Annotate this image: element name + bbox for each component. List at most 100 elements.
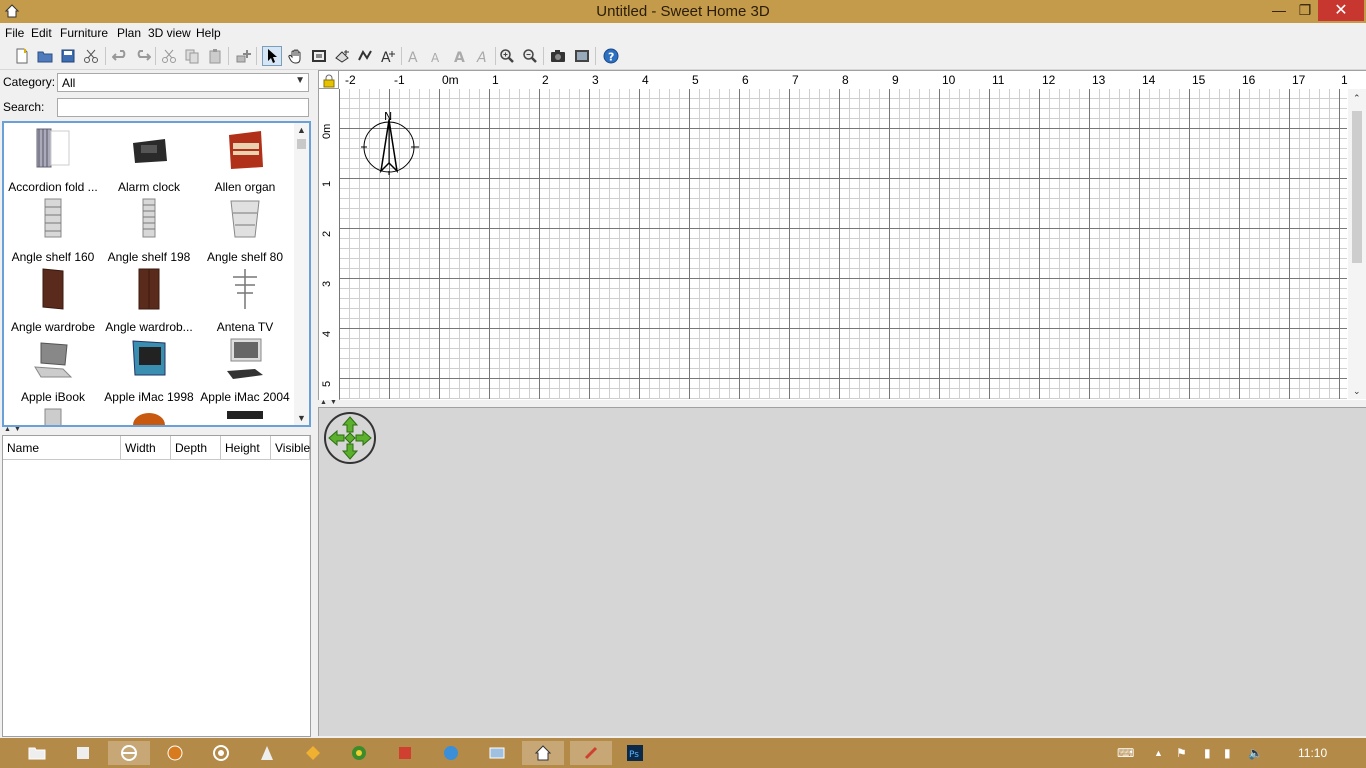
app-icon[interactable] xyxy=(430,741,472,765)
bold-text-icon[interactable]: A xyxy=(450,46,470,66)
decrease-text-size-icon[interactable]: A xyxy=(427,46,447,66)
scroll-up-icon[interactable]: ▲ xyxy=(297,125,306,135)
sweet-home-3d-taskbar-icon[interactable] xyxy=(522,741,564,765)
catalog-item[interactable]: Antena TV xyxy=(197,265,293,335)
furniture-catalog[interactable]: Accordion fold ... Alarm clock Allen org… xyxy=(2,121,311,427)
3d-view[interactable] xyxy=(318,408,1366,736)
app-icon[interactable] xyxy=(384,741,426,765)
column-name[interactable]: Name xyxy=(3,436,121,460)
photoshop-icon[interactable]: Ps xyxy=(614,741,656,765)
catalog-item[interactable]: Alarm clock xyxy=(101,125,197,195)
catalog-item[interactable] xyxy=(5,405,101,425)
scrollbar-thumb[interactable] xyxy=(297,139,306,149)
maximize-button[interactable]: ❐ xyxy=(1292,0,1318,21)
browser-icon[interactable] xyxy=(108,741,150,765)
action-center-flag-icon[interactable]: ⚑ xyxy=(1176,746,1187,760)
catalog-item[interactable]: Apple iMac 1998 xyxy=(101,335,197,405)
paste-icon[interactable] xyxy=(205,46,225,66)
column-height[interactable]: Height xyxy=(221,436,271,460)
navigation-arrows-icon[interactable] xyxy=(324,412,376,464)
close-button[interactable]: ✕ xyxy=(1318,0,1364,21)
expand-down-icon[interactable]: ▼ xyxy=(330,399,337,406)
new-file-icon[interactable] xyxy=(12,46,32,66)
split-divider[interactable]: ▲ ▼ xyxy=(318,399,1366,408)
plan-view[interactable]: -2 -1 0m 1 2 3 4 5 6 7 8 9 10 11 12 13 1… xyxy=(318,70,1366,401)
increase-text-size-icon[interactable]: A xyxy=(404,46,424,66)
app-icon[interactable] xyxy=(338,741,380,765)
catalog-item[interactable] xyxy=(197,405,293,425)
menu-file[interactable]: File xyxy=(5,26,24,40)
lock-icon[interactable] xyxy=(322,74,336,88)
cut-icon[interactable] xyxy=(159,46,179,66)
scroll-down-icon[interactable]: ▼ xyxy=(297,413,306,423)
menu-help[interactable]: Help xyxy=(196,26,221,40)
clock[interactable]: 11:10 xyxy=(1298,746,1327,760)
scroll-down-icon[interactable]: ⌄ xyxy=(1353,386,1361,397)
app-icon[interactable] xyxy=(292,741,334,765)
expand-down-icon[interactable]: ▼ xyxy=(14,426,21,433)
scrollbar-thumb[interactable] xyxy=(1352,111,1362,263)
catalog-item[interactable]: Angle shelf 80 xyxy=(197,195,293,265)
menu-plan[interactable]: Plan xyxy=(117,26,141,40)
minimize-button[interactable]: — xyxy=(1266,0,1292,21)
app-icon[interactable] xyxy=(476,741,518,765)
catalog-item[interactable]: Allen organ xyxy=(197,125,293,195)
redo-icon[interactable] xyxy=(133,46,153,66)
expand-up-icon[interactable]: ▲ xyxy=(320,399,327,406)
zoom-in-icon[interactable] xyxy=(497,46,517,66)
furniture-table[interactable]: Name Width Depth Height Visible xyxy=(2,435,311,737)
menu-3d-view[interactable]: 3D view xyxy=(148,26,191,40)
create-polylines-icon[interactable] xyxy=(355,46,375,66)
italic-text-icon[interactable]: A xyxy=(473,46,493,66)
battery-icon[interactable]: ▮ xyxy=(1204,746,1211,760)
expand-up-icon[interactable]: ▲ xyxy=(4,426,11,433)
add-furniture-icon[interactable] xyxy=(233,46,253,66)
undo-icon[interactable] xyxy=(110,46,130,66)
firefox-icon[interactable] xyxy=(154,741,196,765)
create-video-icon[interactable] xyxy=(572,46,592,66)
copy-icon[interactable] xyxy=(182,46,202,66)
menu-furniture[interactable]: Furniture xyxy=(60,26,108,40)
column-depth[interactable]: Depth xyxy=(171,436,221,460)
catalog-item[interactable]: Angle shelf 160 xyxy=(5,195,101,265)
create-rooms-icon[interactable] xyxy=(332,46,352,66)
catalog-item[interactable]: Accordion fold ... xyxy=(5,125,101,195)
create-walls-icon[interactable] xyxy=(309,46,329,66)
column-visible[interactable]: Visible xyxy=(271,436,310,460)
zoom-out-icon[interactable] xyxy=(520,46,540,66)
catalog-scrollbar[interactable]: ▲ ▼ xyxy=(294,123,309,425)
network-signal-icon[interactable]: ▮ xyxy=(1224,746,1231,760)
app-icon[interactable] xyxy=(570,741,612,765)
search-input[interactable] xyxy=(57,98,309,117)
catalog-item[interactable]: Angle wardrob... xyxy=(101,265,197,335)
plan-grid[interactable]: N xyxy=(339,89,1347,399)
select-mode-icon[interactable] xyxy=(262,46,282,66)
show-hidden-icons-icon[interactable]: ▲ xyxy=(1154,748,1163,758)
create-photo-icon[interactable] xyxy=(548,46,568,66)
menu-edit[interactable]: Edit xyxy=(31,26,52,40)
catalog-item[interactable]: Angle wardrobe xyxy=(5,265,101,335)
ruler-label: 0m xyxy=(442,73,459,87)
help-icon[interactable]: ? xyxy=(601,46,621,66)
scroll-up-icon[interactable]: ⌃ xyxy=(1353,93,1361,104)
open-folder-icon[interactable] xyxy=(35,46,55,66)
create-text-icon[interactable]: A xyxy=(378,46,398,66)
catalog-item[interactable] xyxy=(101,405,197,425)
category-select[interactable]: All ▼ xyxy=(57,73,309,92)
catalog-item[interactable]: Apple iBook xyxy=(5,335,101,405)
preferences-scissors-icon[interactable] xyxy=(81,46,101,66)
save-icon[interactable] xyxy=(58,46,78,66)
chrome-icon[interactable] xyxy=(200,741,242,765)
file-explorer-icon[interactable] xyxy=(16,741,58,765)
plan-scrollbar[interactable]: ⌃ ⌄ xyxy=(1348,89,1366,399)
volume-icon[interactable]: 🔈 xyxy=(1248,746,1263,760)
catalog-item[interactable]: Apple iMac 2004 xyxy=(197,335,293,405)
keyboard-icon[interactable]: ⌨ xyxy=(1117,746,1134,760)
catalog-item[interactable]: Angle shelf 198 xyxy=(101,195,197,265)
compass-icon[interactable]: N xyxy=(361,111,421,177)
pan-hand-icon[interactable] xyxy=(286,46,306,66)
split-divider[interactable]: ▲ ▼ xyxy=(0,426,314,434)
app-icon[interactable] xyxy=(62,741,104,765)
column-width[interactable]: Width xyxy=(121,436,171,460)
vlc-icon[interactable] xyxy=(246,741,288,765)
